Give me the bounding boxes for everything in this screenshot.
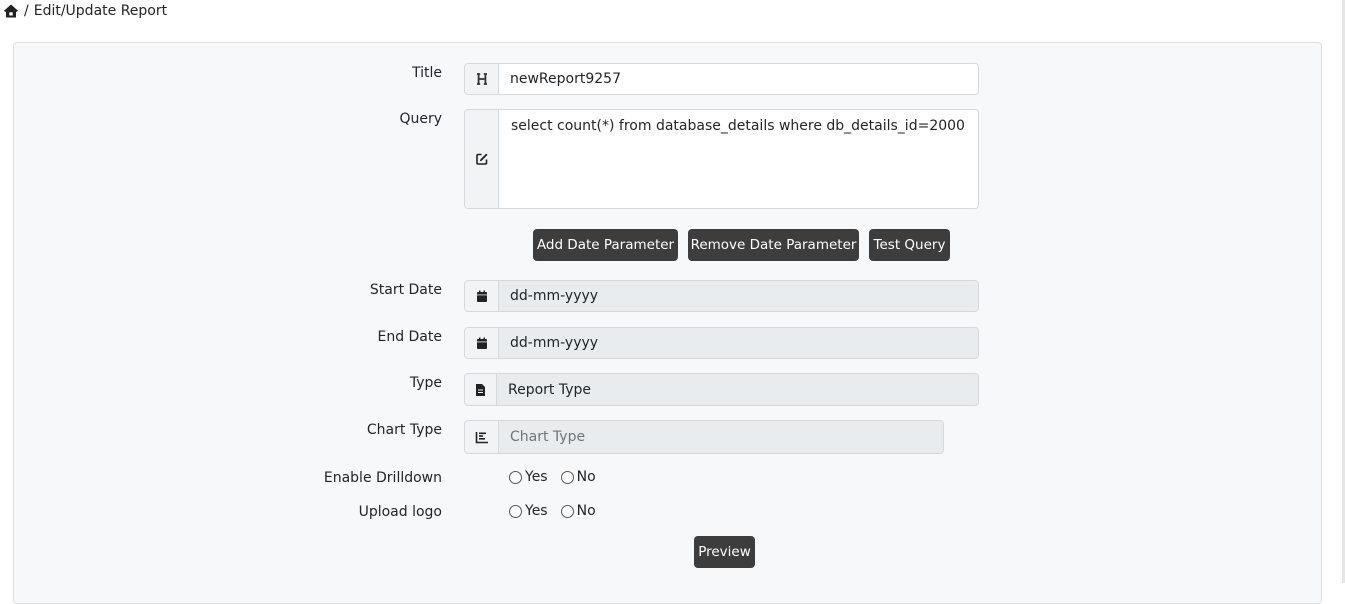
end-date-input[interactable]: dd-mm-yyyy <box>499 328 978 358</box>
end-date-input-group: dd-mm-yyyy <box>464 327 979 359</box>
breadcrumb: / Edit/Update Report <box>3 3 167 19</box>
chart-icon <box>465 421 499 453</box>
heading-icon <box>465 64 499 94</box>
breadcrumb-current: Edit/Update Report <box>33 3 168 19</box>
end-date-label: End Date <box>377 329 442 345</box>
test-query-button[interactable]: Test Query <box>869 229 950 261</box>
drilldown-yes-label: Yes <box>525 469 548 485</box>
title-label: Title <box>411 65 442 81</box>
type-select[interactable]: Report Type <box>497 374 978 405</box>
query-label: Query <box>399 111 442 127</box>
edit-icon <box>465 110 499 208</box>
title-input-group <box>464 63 979 95</box>
type-input-group: Report Type <box>464 373 979 406</box>
upload-logo-no-radio[interactable] <box>560 504 574 518</box>
chart-type-select[interactable]: Chart Type <box>499 421 943 453</box>
calendar-icon <box>465 281 499 311</box>
chart-type-label: Chart Type <box>366 422 442 438</box>
drilldown-yes-radio[interactable] <box>509 470 522 484</box>
type-label: Type <box>409 375 442 391</box>
file-icon <box>465 374 497 405</box>
remove-date-parameter-button[interactable]: Remove Date Parameter <box>688 229 859 261</box>
upload-logo-yes-label: Yes <box>525 503 548 519</box>
add-date-parameter-button[interactable]: Add Date Parameter <box>533 229 678 261</box>
query-input-group: select count(*) from database_details wh… <box>464 109 979 209</box>
chart-type-input-group: Chart Type <box>464 420 944 454</box>
breadcrumb-separator: / <box>24 3 29 19</box>
upload-logo-label: Upload logo <box>358 504 442 520</box>
enable-drilldown-radio-group: Yes No <box>509 469 609 485</box>
drilldown-no-radio[interactable] <box>560 470 574 484</box>
start-date-input[interactable]: dd-mm-yyyy <box>499 281 978 311</box>
query-textarea[interactable]: select count(*) from database_details wh… <box>499 110 978 208</box>
upload-logo-radio-group: Yes No <box>509 503 609 519</box>
preview-button[interactable]: Preview <box>694 536 755 568</box>
start-date-label: Start Date <box>369 282 442 298</box>
upload-logo-no-label: No <box>576 503 596 519</box>
enable-drilldown-label: Enable Drilldown <box>323 470 442 486</box>
drilldown-no-label: No <box>576 469 596 485</box>
calendar-icon <box>465 328 499 358</box>
home-icon[interactable] <box>3 3 19 19</box>
start-date-input-group: dd-mm-yyyy <box>464 280 979 312</box>
upload-logo-yes-radio[interactable] <box>509 504 522 518</box>
title-input[interactable] <box>499 64 978 94</box>
